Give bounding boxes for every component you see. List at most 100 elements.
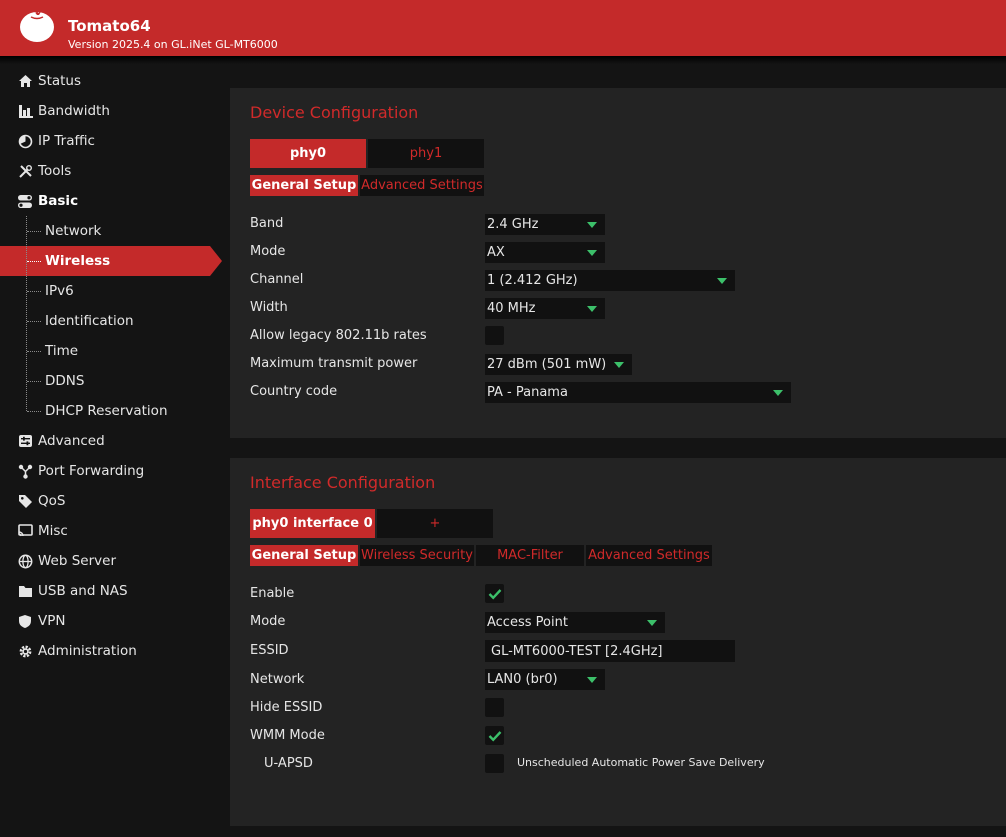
bar-chart-icon bbox=[17, 103, 33, 119]
sidebar-item-label: Status bbox=[38, 73, 82, 89]
sidebar-subitem-network[interactable]: Network bbox=[0, 216, 210, 246]
tx-power-value: 27 dBm (501 mW) bbox=[487, 357, 607, 372]
iface-mode-label: Mode bbox=[250, 614, 286, 629]
legacy-rates-checkbox[interactable] bbox=[485, 326, 504, 345]
app-header: Tomato64 Version 2025.4 on GL.iNet GL-MT… bbox=[0, 0, 1006, 56]
sidebar-item-label: Bandwidth bbox=[38, 103, 110, 119]
subtab-general-setup[interactable]: General Setup bbox=[250, 175, 358, 196]
shield-icon bbox=[17, 613, 33, 629]
mode-select[interactable]: AX bbox=[485, 242, 605, 263]
essid-label: ESSID bbox=[250, 643, 289, 658]
subtab-advanced-settings[interactable]: Advanced Settings bbox=[586, 545, 712, 566]
add-interface-tab[interactable]: + bbox=[377, 509, 493, 538]
sidebar-item-label: Misc bbox=[38, 523, 68, 539]
sidebar: Status Bandwidth IP Traffic Tools Basic … bbox=[0, 66, 222, 666]
sidebar-item-status[interactable]: Status bbox=[0, 66, 210, 96]
folder-icon bbox=[17, 583, 33, 599]
mode-value: AX bbox=[487, 245, 505, 260]
country-code-label: Country code bbox=[250, 384, 338, 399]
uapsd-note: Unscheduled Automatic Power Save Deliver… bbox=[517, 756, 765, 769]
sidebar-item-web-server[interactable]: Web Server bbox=[0, 546, 210, 576]
mode-label: Mode bbox=[250, 244, 286, 259]
sidebar-subitem-time[interactable]: Time bbox=[0, 336, 210, 366]
sidebar-item-label: QoS bbox=[38, 493, 66, 509]
network-label: Network bbox=[250, 672, 305, 687]
cast-icon bbox=[17, 523, 33, 539]
sidebar-item-basic[interactable]: Basic bbox=[0, 186, 210, 216]
sliders-icon bbox=[17, 433, 33, 449]
interface-config-title: Interface Configuration bbox=[250, 473, 436, 492]
band-label: Band bbox=[250, 216, 284, 231]
chevron-down-icon bbox=[773, 390, 783, 396]
channel-select[interactable]: 1 (2.412 GHz) bbox=[485, 270, 735, 291]
band-value: 2.4 GHz bbox=[487, 217, 539, 232]
gear-icon bbox=[17, 643, 33, 659]
channel-label: Channel bbox=[250, 272, 304, 287]
hide-essid-checkbox[interactable] bbox=[485, 698, 504, 717]
enable-label: Enable bbox=[250, 586, 295, 601]
globe-icon bbox=[17, 553, 33, 569]
device-config-title: Device Configuration bbox=[250, 103, 419, 122]
sidebar-item-label: USB and NAS bbox=[38, 583, 128, 599]
country-code-value: PA - Panama bbox=[487, 385, 568, 400]
chevron-down-icon bbox=[614, 362, 624, 368]
sidebar-item-label: Port Forwarding bbox=[38, 463, 145, 479]
enable-checkbox[interactable] bbox=[485, 584, 504, 603]
sidebar-item-usb-nas[interactable]: USB and NAS bbox=[0, 576, 210, 606]
home-icon bbox=[17, 73, 33, 89]
subtab-mac-filter[interactable]: MAC-Filter bbox=[476, 545, 584, 566]
subtab-wireless-security[interactable]: Wireless Security bbox=[360, 545, 474, 566]
country-code-select[interactable]: PA - Panama bbox=[485, 382, 791, 403]
sidebar-subitem-wireless[interactable]: Wireless bbox=[0, 246, 222, 276]
width-value: 40 MHz bbox=[487, 301, 536, 316]
sidebar-item-label: Administration bbox=[38, 643, 137, 659]
sidebar-item-label: Advanced bbox=[38, 433, 105, 449]
tab-phy0-interface-0[interactable]: phy0 interface 0 bbox=[250, 509, 375, 538]
wmm-mode-checkbox[interactable] bbox=[485, 726, 504, 745]
sidebar-item-misc[interactable]: Misc bbox=[0, 516, 210, 546]
chevron-down-icon bbox=[587, 222, 597, 228]
app-title: Tomato64 bbox=[68, 17, 151, 35]
band-select[interactable]: 2.4 GHz bbox=[485, 214, 605, 235]
wmm-mode-label: WMM Mode bbox=[250, 728, 325, 743]
legacy-rates-label: Allow legacy 802.11b rates bbox=[250, 328, 427, 343]
sidebar-item-bandwidth[interactable]: Bandwidth bbox=[0, 96, 210, 126]
tree-line bbox=[26, 216, 27, 411]
sidebar-item-administration[interactable]: Administration bbox=[0, 636, 210, 666]
sidebar-item-tools[interactable]: Tools bbox=[0, 156, 210, 186]
chevron-down-icon bbox=[587, 677, 597, 683]
sidebar-subitem-ipv6[interactable]: IPv6 bbox=[0, 276, 210, 306]
sidebar-subitem-ddns[interactable]: DDNS bbox=[0, 366, 210, 396]
tab-phy0[interactable]: phy0 bbox=[250, 139, 366, 168]
sidebar-item-advanced[interactable]: Advanced bbox=[0, 426, 210, 456]
interface-config-panel: Interface Configuration phy0 interface 0… bbox=[230, 458, 1006, 826]
check-icon bbox=[488, 730, 501, 742]
sidebar-subitem-identification[interactable]: Identification bbox=[0, 306, 210, 336]
uapsd-checkbox[interactable] bbox=[485, 754, 504, 773]
hide-essid-label: Hide ESSID bbox=[250, 700, 323, 715]
subtab-advanced-settings[interactable]: Advanced Settings bbox=[360, 175, 484, 196]
toggle-icon bbox=[17, 193, 33, 209]
width-select[interactable]: 40 MHz bbox=[485, 298, 605, 319]
chevron-down-icon bbox=[717, 278, 727, 284]
sidebar-item-qos[interactable]: QoS bbox=[0, 486, 210, 516]
sidebar-item-label: Web Server bbox=[38, 553, 116, 569]
sidebar-item-label: Tools bbox=[38, 163, 72, 179]
tx-power-select[interactable]: 27 dBm (501 mW) bbox=[485, 354, 632, 375]
subtab-general-setup[interactable]: General Setup bbox=[250, 545, 358, 566]
network-value: LAN0 (br0) bbox=[487, 672, 558, 687]
tools-icon bbox=[17, 163, 33, 179]
iface-mode-select[interactable]: Access Point bbox=[485, 612, 665, 633]
tx-power-label: Maximum transmit power bbox=[250, 356, 418, 371]
sidebar-item-ip-traffic[interactable]: IP Traffic bbox=[0, 126, 210, 156]
essid-input[interactable]: GL-MT6000-TEST [2.4GHz] bbox=[485, 640, 735, 662]
network-select[interactable]: LAN0 (br0) bbox=[485, 669, 605, 690]
sidebar-subitem-dhcp-reservation[interactable]: DHCP Reservation bbox=[0, 396, 210, 426]
tab-phy1[interactable]: phy1 bbox=[368, 139, 484, 168]
header-shadow bbox=[0, 56, 1006, 64]
iface-mode-value: Access Point bbox=[487, 615, 568, 630]
app-version: Version 2025.4 on GL.iNet GL-MT6000 bbox=[68, 38, 278, 51]
check-icon bbox=[488, 588, 501, 600]
sidebar-item-port-forwarding[interactable]: Port Forwarding bbox=[0, 456, 210, 486]
sidebar-item-vpn[interactable]: VPN bbox=[0, 606, 210, 636]
